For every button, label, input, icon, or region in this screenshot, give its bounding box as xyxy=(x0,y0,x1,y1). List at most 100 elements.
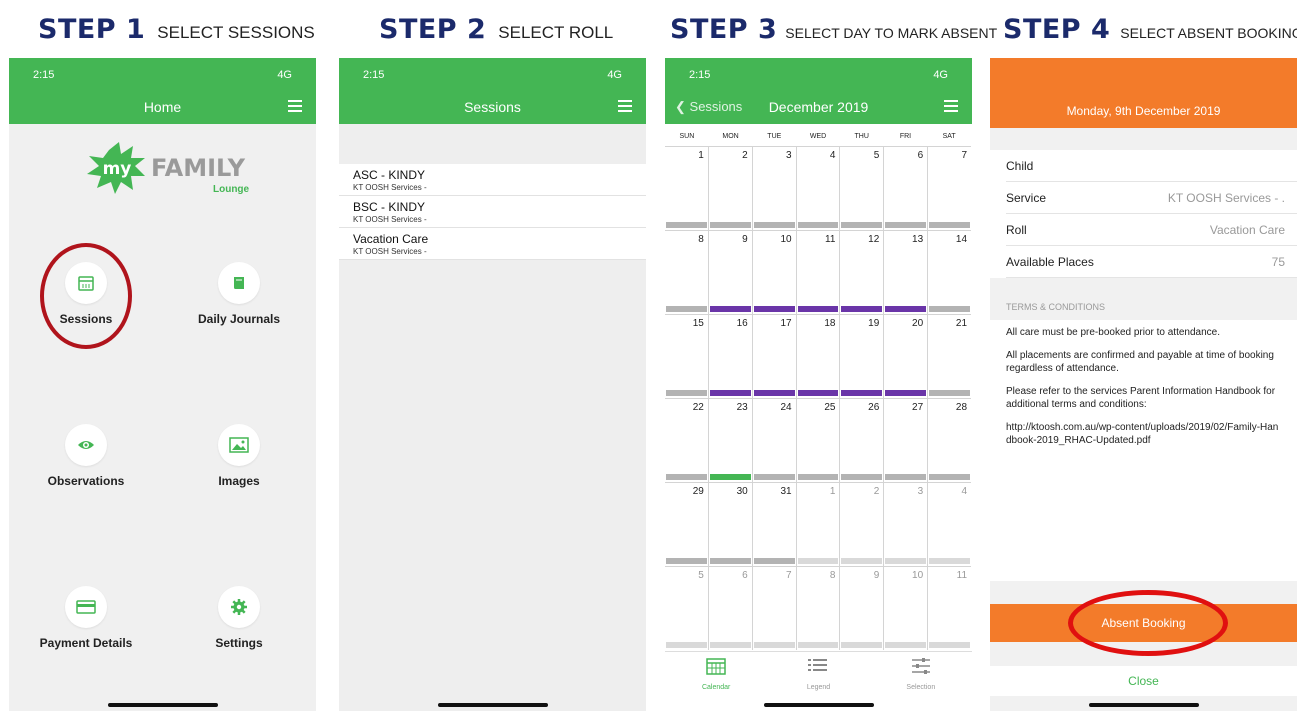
menu-icon[interactable] xyxy=(944,100,958,112)
calendar-day[interactable]: 4 xyxy=(796,146,841,230)
page-title: Home xyxy=(9,94,316,124)
calendar-day[interactable]: 21 xyxy=(928,314,972,398)
terms-paragraph: All care must be pre-booked prior to att… xyxy=(1006,327,1221,338)
calendar-day[interactable]: 9 xyxy=(708,230,753,314)
status-signal: 4G xyxy=(933,69,948,81)
session-status-bar xyxy=(666,642,707,648)
sessions-screen: 2:15 4G Sessions ASC - KINDY KT OOSH Ser… xyxy=(339,58,646,711)
session-status-bar xyxy=(929,642,971,648)
calendar-day[interactable]: 11 xyxy=(796,230,841,314)
tab-legend[interactable]: Legend xyxy=(767,652,869,697)
list-item[interactable]: ASC - KINDY KT OOSH Services - xyxy=(339,164,646,196)
calendar-day[interactable]: 1 xyxy=(665,146,709,230)
calendar-day[interactable]: 29 xyxy=(665,482,709,566)
list-item[interactable]: BSC - KINDY KT OOSH Services - xyxy=(339,196,646,228)
calendar-day[interactable]: 6 xyxy=(884,146,929,230)
gear-icon xyxy=(218,586,260,628)
menu-icon[interactable] xyxy=(618,100,632,112)
calendar-day[interactable]: 5 xyxy=(840,146,885,230)
calendar-day[interactable]: 1 xyxy=(796,482,841,566)
calendar-day[interactable]: 26 xyxy=(840,398,885,482)
eye-icon xyxy=(65,424,107,466)
day-number: 1 xyxy=(698,150,704,161)
calendar-day[interactable]: 28 xyxy=(928,398,972,482)
day-number: 7 xyxy=(786,570,792,581)
terms-body: All care must be pre-booked prior to att… xyxy=(990,320,1297,581)
day-number: 26 xyxy=(868,402,880,413)
calendar-day[interactable]: 24 xyxy=(752,398,797,482)
close-button[interactable]: Close xyxy=(990,666,1297,696)
session-list: ASC - KINDY KT OOSH Services - BSC - KIN… xyxy=(339,164,646,260)
day-number: 5 xyxy=(873,150,880,161)
tile-images[interactable]: Images xyxy=(174,424,304,488)
session-status-bar xyxy=(709,642,751,648)
day-number: 13 xyxy=(912,234,924,245)
terms-link[interactable]: http://ktoosh.com.au/wp-content/uploads/… xyxy=(1006,421,1281,447)
session-status-bar xyxy=(666,390,707,396)
session-status-bar xyxy=(929,306,971,312)
session-status-bar xyxy=(666,222,707,228)
calendar-day[interactable]: 7 xyxy=(752,566,797,650)
tile-payment-details[interactable]: Payment Details xyxy=(21,586,151,650)
calendar-day[interactable]: 5 xyxy=(665,566,709,650)
calendar-day[interactable]: 31 xyxy=(752,482,797,566)
calendar-day[interactable]: 6 xyxy=(708,566,753,650)
calendar-day[interactable]: 2 xyxy=(840,482,885,566)
calendar-day[interactable]: 2 xyxy=(708,146,753,230)
day-number: 20 xyxy=(912,318,924,329)
calendar-day[interactable]: 9 xyxy=(840,566,885,650)
calendar-day[interactable]: 3 xyxy=(884,482,929,566)
calendar-day[interactable]: 17 xyxy=(752,314,797,398)
calendar-day[interactable]: 23 xyxy=(708,398,753,482)
calendar-day[interactable]: 12 xyxy=(840,230,885,314)
calendar-day[interactable]: 14 xyxy=(928,230,972,314)
tab-selection[interactable]: Selection xyxy=(870,652,972,697)
calendar-day[interactable]: 20 xyxy=(884,314,929,398)
tile-settings[interactable]: Settings xyxy=(174,586,304,650)
step-number: STEP 3 xyxy=(670,14,778,45)
calendar-day[interactable]: 27 xyxy=(884,398,929,482)
day-number: 24 xyxy=(780,402,792,413)
calendar-day[interactable]: 22 xyxy=(665,398,709,482)
calendar-day[interactable]: 8 xyxy=(796,566,841,650)
day-number: 2 xyxy=(873,486,880,497)
calendar-day[interactable]: 19 xyxy=(840,314,885,398)
list-item[interactable]: Vacation Care KT OOSH Services - xyxy=(339,228,646,260)
calendar-day[interactable]: 13 xyxy=(884,230,929,314)
session-status-bar xyxy=(753,642,795,648)
calendar-day[interactable]: 8 xyxy=(665,230,709,314)
calendar-day[interactable]: 11 xyxy=(928,566,972,650)
tab-label: Legend xyxy=(806,684,831,691)
myfamily-logo: my FAMILY Lounge xyxy=(71,136,261,206)
calendar-day[interactable]: 10 xyxy=(752,230,797,314)
session-status-bar xyxy=(885,306,927,312)
session-service: KT OOSH Services - xyxy=(353,215,427,224)
step-instruction: SELECT ROLL xyxy=(498,23,614,42)
tile-observations[interactable]: Observations xyxy=(21,424,151,488)
calendar-day[interactable]: 16 xyxy=(708,314,753,398)
calendar-day[interactable]: 7 xyxy=(928,146,972,230)
calendar-day[interactable]: 4 xyxy=(928,482,972,566)
menu-icon[interactable] xyxy=(288,100,302,112)
calendar-day[interactable]: 10 xyxy=(884,566,929,650)
weekday-label: MON xyxy=(722,133,739,140)
calendar-day[interactable]: 25 xyxy=(796,398,841,482)
tile-daily-journals[interactable]: Daily Journals xyxy=(174,262,304,326)
calendar-day[interactable]: 15 xyxy=(665,314,709,398)
session-status-bar xyxy=(885,642,927,648)
day-number: 31 xyxy=(780,486,792,497)
tab-label: Calendar xyxy=(701,684,731,691)
detail-label: Available Places xyxy=(1006,254,1094,269)
session-status-bar xyxy=(841,306,883,312)
calendar-day[interactable]: 18 xyxy=(796,314,841,398)
detail-row: Child xyxy=(1006,150,1297,182)
tab-calendar[interactable]: Calendar xyxy=(665,652,767,697)
session-status-bar xyxy=(666,474,707,480)
tab-bar: Calendar Legend Selection xyxy=(665,651,972,697)
session-status-bar xyxy=(797,306,839,312)
tile-label: Settings xyxy=(215,636,263,650)
calendar-week: 8 9 10 11 12 13 14 xyxy=(665,230,972,314)
calendar-day[interactable]: 3 xyxy=(752,146,797,230)
day-number: 6 xyxy=(917,150,924,161)
calendar-day[interactable]: 30 xyxy=(708,482,753,566)
